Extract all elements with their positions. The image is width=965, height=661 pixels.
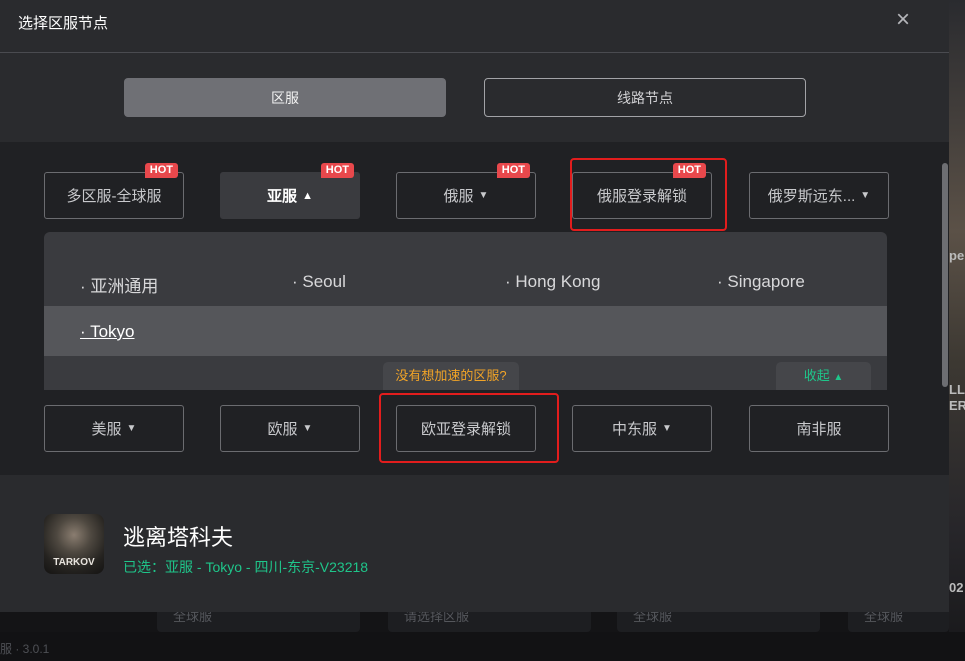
region-label: 南非服: [796, 421, 842, 438]
chevron-down-icon: ▼: [302, 423, 313, 434]
region-south-africa-button[interactable]: 南非服: [749, 405, 889, 452]
subregion-tokyo[interactable]: · Tokyo: [80, 322, 135, 342]
subregion-singapore[interactable]: · Singapore: [717, 272, 805, 292]
region-label: 亚服: [267, 188, 298, 205]
region-label: 多区服-全球服: [66, 188, 162, 205]
background-edge-text: pe: [949, 248, 965, 263]
collapse-button[interactable]: 收起 ▲: [776, 362, 871, 390]
chevron-down-icon: ▼: [126, 423, 137, 434]
selected-node-text: 已选：亚服 - Tokyo - 四川-东京-V23218: [123, 559, 369, 575]
close-icon[interactable]: ×: [889, 8, 917, 34]
hot-badge: HOT: [144, 163, 178, 178]
chevron-up-icon: ▲: [302, 189, 313, 202]
region-russia-login-unlock-button[interactable]: 俄服登录解锁 HOT: [572, 163, 712, 219]
region-middle-east-button[interactable]: 中东服 ▼: [572, 405, 712, 452]
game-title: 逃离塔科夫: [123, 525, 234, 550]
region-eurasia-login-unlock-button[interactable]: 欧亚登录解锁: [396, 405, 536, 452]
subregion-hong-kong[interactable]: · Hong Kong: [505, 272, 600, 292]
region-label: 中东服: [612, 421, 658, 438]
dialog-header: 选择区服节点 ×: [0, 0, 949, 53]
region-label: 俄服登录解锁: [596, 188, 687, 205]
tab-region[interactable]: 区服: [124, 78, 446, 117]
hot-badge: HOT: [320, 163, 354, 178]
background-footer: 服 · 3.0.1: [0, 632, 965, 661]
region-label: 美服: [91, 421, 122, 438]
collapse-label: 收起: [803, 368, 830, 383]
region-label: 欧服: [267, 421, 298, 438]
hot-badge: HOT: [496, 163, 530, 178]
scrollbar-thumb[interactable]: [942, 163, 948, 387]
tab-route-node[interactable]: 线路节点: [484, 78, 806, 117]
region-label: 俄服: [443, 188, 474, 205]
dialog-title: 选择区服节点: [18, 15, 109, 32]
chevron-down-icon: ▼: [860, 190, 871, 201]
region-multi-global-button[interactable]: 多区服-全球服 HOT: [44, 163, 184, 219]
background-edge-text: LL: [949, 382, 965, 397]
subregion-asia-general[interactable]: · 亚洲通用: [80, 272, 158, 297]
region-asia-button[interactable]: 亚服 ▲ HOT: [220, 163, 360, 219]
selected-subregion-row: [44, 306, 887, 356]
chevron-down-icon: ▼: [478, 190, 489, 201]
region-russia-button[interactable]: 俄服 ▼ HOT: [396, 163, 536, 219]
game-icon: TARKOV: [44, 514, 104, 574]
region-select-dialog: 选择区服节点 × 区服 线路节点 多区服-全球服 HOT 亚服 ▲ HOT 俄服…: [0, 0, 949, 612]
background-game-art: pe LL ER 02: [949, 0, 965, 661]
chevron-up-icon: ▲: [833, 372, 844, 383]
region-request-tip[interactable]: 没有想加速的区服?: [383, 362, 519, 390]
region-us-button[interactable]: 美服 ▼: [44, 405, 184, 452]
region-label: 欧亚登录解锁: [420, 421, 511, 438]
background-edge-text: ER: [949, 398, 965, 413]
region-russia-far-east-button[interactable]: 俄罗斯远东... ▼: [749, 172, 889, 219]
region-label: 俄罗斯远东...: [767, 188, 856, 205]
subregion-seoul[interactable]: · Seoul: [292, 272, 346, 292]
region-eu-button[interactable]: 欧服 ▼: [220, 405, 360, 452]
chevron-down-icon: ▼: [662, 423, 672, 434]
hot-badge: HOT: [672, 163, 706, 178]
background-edge-text: 02: [949, 580, 964, 595]
